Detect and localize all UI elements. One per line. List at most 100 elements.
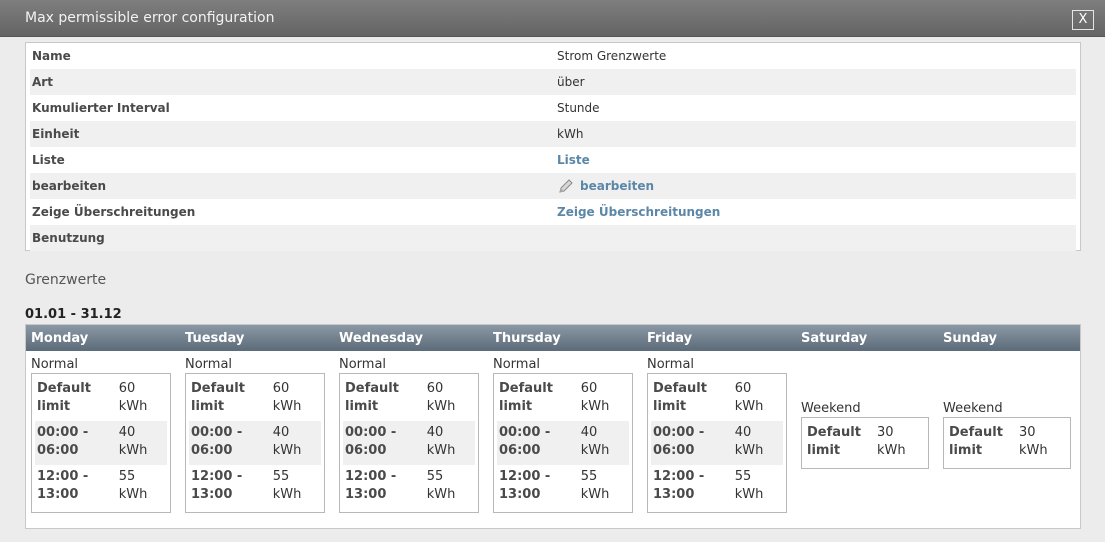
limit-value: 55 kWh [426, 469, 456, 502]
limit-row: 12:00 - 13:00 55 kWh [189, 465, 321, 509]
day-column-wednesday: Normal Default limit 60 kWh 00:00 - 06:0… [339, 357, 479, 513]
limit-row: Default limit 30 kWh [947, 421, 1067, 465]
weekly-schedule: Monday Tuesday Wednesday Thursday Friday… [25, 324, 1081, 529]
limit-label: 00:00 - 06:00 [499, 425, 551, 458]
dialog-titlebar: Max permissible error configuration X [0, 0, 1105, 37]
limit-label: 12:00 - 13:00 [191, 469, 243, 502]
pencil-icon[interactable] [557, 178, 574, 195]
property-row-interval: Kumulierter Interval Stunde [30, 95, 1076, 121]
limit-row: 00:00 - 06:00 40 kWh [651, 421, 783, 465]
limit-label: 12:00 - 13:00 [653, 469, 705, 502]
limit-label: 00:00 - 06:00 [37, 425, 89, 458]
property-label: Benutzung [32, 231, 105, 245]
day-type: Normal [185, 357, 233, 372]
limit-label: 12:00 - 13:00 [37, 469, 89, 502]
day-column-saturday: Weekend Default limit 30 kWh [801, 401, 929, 469]
limit-value: 60 kWh [272, 381, 302, 414]
day-type: Weekend [943, 401, 1003, 416]
limit-box: Default limit 60 kWh 00:00 - 06:00 40 kW… [647, 373, 787, 513]
limit-row: 12:00 - 13:00 55 kWh [35, 465, 167, 509]
limit-row: 12:00 - 13:00 55 kWh [343, 465, 475, 509]
limit-label: 12:00 - 13:00 [499, 469, 551, 502]
limit-value: 40 kWh [272, 425, 302, 458]
limit-box: Default limit 30 kWh [801, 417, 929, 469]
edit-link[interactable]: bearbeiten [580, 179, 654, 193]
limit-row: 00:00 - 06:00 40 kWh [189, 421, 321, 465]
property-row-art: Art über [30, 69, 1076, 95]
close-button[interactable]: X [1072, 10, 1094, 30]
property-row-list: Liste Liste [30, 147, 1076, 173]
limit-value: 55 kWh [118, 469, 148, 502]
limit-row: 00:00 - 06:00 40 kWh [35, 421, 167, 465]
day-name-sunday: Sunday [943, 331, 998, 346]
limit-label: Default limit [191, 381, 245, 414]
limit-value: 30 kWh [877, 425, 906, 458]
day-name-saturday: Saturday [801, 331, 868, 346]
day-type: Weekend [801, 401, 861, 416]
property-label: bearbeiten [32, 179, 107, 193]
limit-row: Default limit 60 kWh [35, 377, 167, 421]
show-violations-link[interactable]: Zeige Überschreitungen [557, 205, 720, 219]
limit-label: 00:00 - 06:00 [191, 425, 243, 458]
property-row-edit: bearbeiten bearbeiten [30, 173, 1076, 199]
limit-label: Default limit [37, 381, 91, 414]
properties-table: Name Strom Grenzwerte Art über Kumuliert… [25, 42, 1081, 251]
day-type: Normal [31, 357, 79, 372]
date-range: 01.01 - 31.12 [25, 307, 122, 322]
limit-label: 12:00 - 13:00 [345, 469, 397, 502]
property-label: Zeige Überschreitungen [32, 205, 196, 219]
property-label: Name [32, 49, 71, 63]
limit-box: Default limit 60 kWh 00:00 - 06:00 40 kW… [31, 373, 171, 513]
limit-row: Default limit 60 kWh [189, 377, 321, 421]
limit-value: 30 kWh [1019, 425, 1048, 458]
day-name-thursday: Thursday [493, 331, 561, 346]
property-value: kWh [557, 127, 584, 141]
limit-row: Default limit 60 kWh [343, 377, 475, 421]
day-column-monday: Normal Default limit 60 kWh 00:00 - 06:0… [31, 357, 171, 513]
limit-value: 55 kWh [580, 469, 610, 502]
limit-value: 60 kWh [118, 381, 148, 414]
limit-row: 12:00 - 13:00 55 kWh [497, 465, 629, 509]
limit-value: 60 kWh [734, 381, 764, 414]
day-type: Normal [493, 357, 541, 372]
limit-value: 55 kWh [734, 469, 764, 502]
day-type: Normal [647, 357, 695, 372]
limit-label: 00:00 - 06:00 [653, 425, 705, 458]
limit-row: Default limit 30 kWh [805, 421, 925, 465]
limit-label: Default limit [949, 425, 1003, 458]
limit-value: 40 kWh [734, 425, 764, 458]
limit-label: Default limit [499, 381, 553, 414]
day-type: Normal [339, 357, 387, 372]
day-name-monday: Monday [31, 331, 89, 346]
limit-value: 40 kWh [426, 425, 456, 458]
limit-value: 60 kWh [426, 381, 456, 414]
property-label: Kumulierter Interval [32, 101, 170, 115]
limit-box: Default limit 30 kWh [943, 417, 1071, 469]
property-row-name: Name Strom Grenzwerte [30, 43, 1076, 69]
day-column-thursday: Normal Default limit 60 kWh 00:00 - 06:0… [493, 357, 633, 513]
property-label: Liste [32, 153, 65, 167]
list-link[interactable]: Liste [557, 153, 590, 167]
dialog-title: Max permissible error configuration [25, 10, 275, 26]
limit-label: Default limit [807, 425, 861, 458]
limit-row: Default limit 60 kWh [497, 377, 629, 421]
limit-value: 55 kWh [272, 469, 302, 502]
day-column-friday: Normal Default limit 60 kWh 00:00 - 06:0… [647, 357, 787, 513]
limit-value: 60 kWh [580, 381, 610, 414]
property-row-violations: Zeige Überschreitungen Zeige Überschreit… [30, 199, 1076, 225]
property-row-unit: Einheit kWh [30, 121, 1076, 147]
limit-box: Default limit 60 kWh 00:00 - 06:00 40 kW… [339, 373, 479, 513]
day-name-tuesday: Tuesday [185, 331, 245, 346]
day-column-tuesday: Normal Default limit 60 kWh 00:00 - 06:0… [185, 357, 325, 513]
limit-row: 00:00 - 06:00 40 kWh [497, 421, 629, 465]
limit-value: 40 kWh [580, 425, 610, 458]
limit-row: 00:00 - 06:00 40 kWh [343, 421, 475, 465]
limit-box: Default limit 60 kWh 00:00 - 06:00 40 kW… [185, 373, 325, 513]
day-header-bar: Monday Tuesday Wednesday Thursday Friday… [26, 325, 1080, 351]
property-value: Stunde [557, 101, 600, 115]
dialog-content: Name Strom Grenzwerte Art über Kumuliert… [0, 37, 1105, 542]
limit-label: Default limit [653, 381, 707, 414]
limit-row: 12:00 - 13:00 55 kWh [651, 465, 783, 509]
day-name-friday: Friday [647, 331, 693, 346]
day-column-sunday: Weekend Default limit 30 kWh [943, 401, 1071, 469]
